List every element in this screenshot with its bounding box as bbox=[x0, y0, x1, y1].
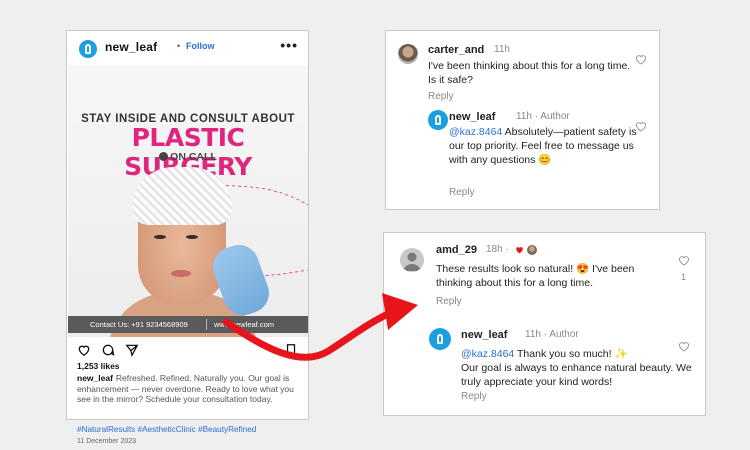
image-subtitle-text: ON CALL bbox=[170, 151, 217, 163]
comment-like-count: 1 bbox=[681, 272, 687, 282]
share-icon[interactable] bbox=[125, 343, 139, 357]
mention-link[interactable]: @kaz.8464 bbox=[449, 126, 502, 138]
like-count[interactable]: 1,253 likes bbox=[77, 361, 120, 371]
surgical-cap bbox=[132, 167, 232, 225]
follow-button[interactable]: Follow bbox=[186, 41, 215, 51]
comment-icon[interactable] bbox=[101, 343, 115, 357]
more-options-icon[interactable]: ••• bbox=[280, 37, 298, 53]
heart-icon[interactable] bbox=[77, 343, 91, 357]
reply-body-line-2: Our goal is always to enhance natural be… bbox=[461, 362, 692, 388]
commenter-username[interactable]: amd_29 bbox=[436, 244, 477, 256]
post-username[interactable]: new_leaf bbox=[105, 40, 157, 54]
model-lips bbox=[171, 270, 191, 277]
reply-button[interactable]: Reply bbox=[436, 296, 462, 307]
brand-logo-icon bbox=[435, 115, 441, 125]
image-subtitle: ON CALL bbox=[68, 151, 308, 163]
liked-by-author-heart-icon bbox=[516, 247, 523, 254]
author-avatar[interactable] bbox=[428, 110, 448, 130]
post-image[interactable]: STAY INSIDE AND CONSULT ABOUT PLASTIC SU… bbox=[68, 65, 308, 337]
profile-avatar[interactable] bbox=[79, 40, 97, 58]
contact-website: www.newleaf.com bbox=[214, 320, 275, 329]
author-username[interactable]: new_leaf bbox=[461, 329, 507, 341]
post-actions bbox=[67, 339, 308, 361]
comment-thread-2: amd_29 18h · 1 These results look so nat… bbox=[383, 232, 706, 416]
post-hashtags[interactable]: #NaturalResults #AestheticClinic #Beauty… bbox=[77, 425, 256, 434]
phone-icon bbox=[159, 152, 169, 161]
contact-bar: Contact Us: +91 9234568909 www.newleaf.c… bbox=[68, 316, 308, 333]
like-comment-icon[interactable] bbox=[678, 255, 690, 266]
author-meta: 11h · Author bbox=[525, 329, 579, 340]
bookmark-icon[interactable] bbox=[284, 343, 298, 357]
brand-logo-icon bbox=[85, 44, 91, 54]
author-meta: 11h · Author bbox=[516, 111, 570, 122]
mention-link[interactable]: @kaz.8464 bbox=[461, 348, 514, 360]
separator-dot: • bbox=[177, 41, 181, 51]
contact-divider bbox=[206, 319, 207, 330]
post-header: new_leaf • Follow ••• bbox=[67, 31, 308, 65]
author-username[interactable]: new_leaf bbox=[449, 111, 495, 123]
default-user-icon bbox=[403, 252, 421, 271]
author-reply-text: @kaz.8464 Absolutely—patient safety is o… bbox=[449, 125, 644, 167]
contact-phone: Contact Us: +91 9234568909 bbox=[90, 320, 188, 329]
liker-avatar bbox=[527, 245, 537, 255]
commenter-username[interactable]: carter_and bbox=[428, 44, 484, 56]
author-reply-line-1: @kaz.8464 Thank you so much! ✨ bbox=[461, 347, 696, 361]
reply-button[interactable]: Reply bbox=[461, 391, 487, 402]
model-eye-right bbox=[186, 235, 198, 239]
post-date: 11 December 2023 bbox=[77, 438, 137, 445]
brand-logo-icon bbox=[437, 334, 443, 344]
commenter-avatar[interactable] bbox=[398, 44, 418, 64]
commenter-avatar[interactable] bbox=[400, 248, 424, 272]
reply-button[interactable]: Reply bbox=[449, 187, 475, 198]
comment-time: 11h bbox=[494, 44, 510, 55]
comment-text: These results look so natural! 😍 I've be… bbox=[436, 263, 635, 289]
reply-body-line-1: Thank you so much! ✨ bbox=[514, 348, 628, 360]
instagram-post: new_leaf • Follow ••• STAY INSIDE AND CO… bbox=[66, 30, 309, 445]
comment-text: I've been thinking about this for a long… bbox=[428, 60, 631, 86]
model-eye-left bbox=[154, 235, 166, 239]
comment-thread-1: carter_and 11h I've been thinking about … bbox=[385, 30, 660, 210]
post-caption: new_leaf Refreshed. Refined. Naturally yo… bbox=[77, 373, 305, 405]
author-avatar[interactable] bbox=[429, 328, 451, 350]
caption-username[interactable]: new_leaf bbox=[77, 373, 113, 383]
reply-button[interactable]: Reply bbox=[428, 91, 454, 102]
comment-time: 18h · bbox=[486, 244, 509, 255]
